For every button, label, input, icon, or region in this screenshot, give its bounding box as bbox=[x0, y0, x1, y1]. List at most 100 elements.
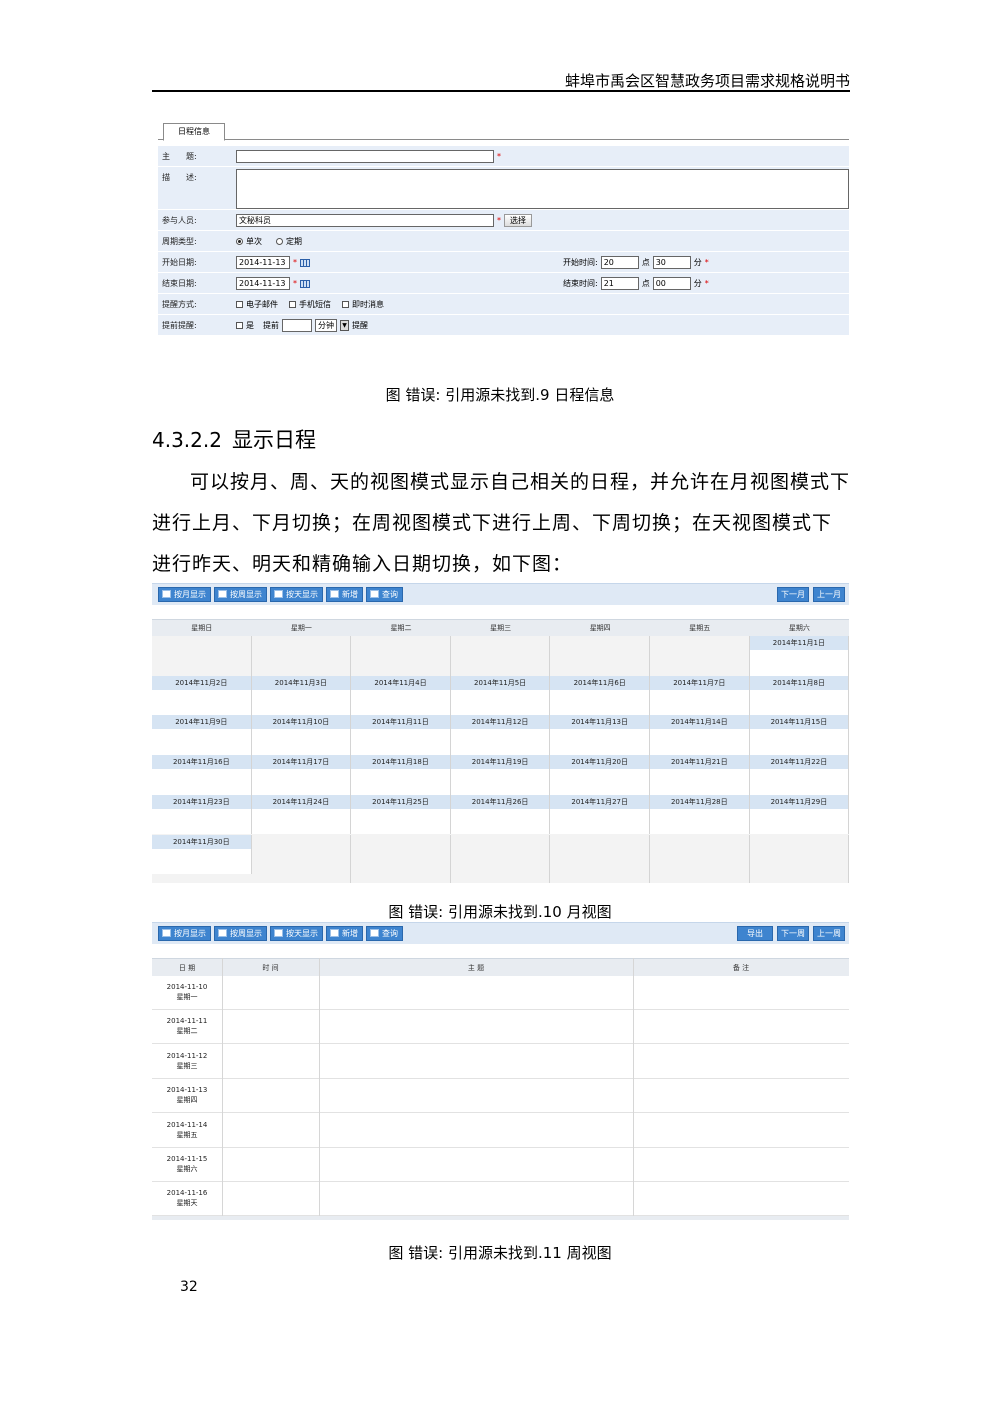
calendar-empty-cell bbox=[152, 636, 252, 676]
weekday-header-cell: 星期五 bbox=[689, 624, 711, 632]
calendar-day-cell[interactable]: 2014年11月29日 bbox=[749, 794, 850, 835]
remind-email-checkbox[interactable] bbox=[236, 301, 243, 308]
month-toolbar-button[interactable]: 按周显示 bbox=[214, 587, 267, 602]
remind-sms-checkbox[interactable] bbox=[289, 301, 296, 308]
start-minute-input[interactable]: 30 bbox=[652, 256, 691, 269]
advance-unit-select[interactable]: 分钟 bbox=[315, 319, 337, 332]
table-row[interactable]: 2014-11-15 星期六 bbox=[152, 1148, 849, 1182]
start-date-input[interactable]: 2014-11-13 bbox=[236, 256, 290, 269]
month-toolbar: 按月显示 按周显示 按天显示 新增 查询 上一月 下一月 bbox=[152, 583, 849, 605]
week-toolbar-button[interactable]: 查询 bbox=[366, 926, 403, 941]
calendar-date-label: 2014年11月18日 bbox=[351, 755, 450, 770]
calendar-day-body bbox=[450, 769, 550, 795]
week-toolbar-button[interactable]: 按周显示 bbox=[214, 926, 267, 941]
subject-label: 主 题: bbox=[162, 152, 197, 161]
week-column-header-cell: 备 注 bbox=[732, 964, 750, 972]
calendar-day-cell[interactable]: 2014年11月19日 bbox=[450, 755, 551, 795]
week-row-date: 2014-11-15 星期六 bbox=[152, 1154, 222, 1174]
calendar-day-cell[interactable]: 2014年11月8日 bbox=[749, 675, 850, 716]
week-nav-button[interactable]: 下一周 bbox=[777, 926, 809, 941]
calendar-day-cell[interactable]: 2014年11月11日 bbox=[351, 715, 451, 756]
calendar-day-cell[interactable]: 2014年11月20日 bbox=[550, 755, 650, 795]
cycle-fixed-radio[interactable] bbox=[276, 238, 283, 245]
description-textarea[interactable] bbox=[236, 168, 849, 209]
advance-minutes-input[interactable] bbox=[282, 319, 312, 332]
week-nav-button[interactable]: 上一周 bbox=[813, 926, 845, 941]
table-row[interactable]: 2014-11-11 星期二 bbox=[152, 1010, 849, 1045]
month-toolbar-button[interactable]: 查询 bbox=[366, 587, 403, 602]
calendar-icon bbox=[162, 929, 171, 937]
calendar-day-cell[interactable]: 2014年11月4日 bbox=[351, 675, 451, 716]
month-nav-button[interactable]: 上一月 bbox=[813, 587, 845, 602]
calendar-icon[interactable] bbox=[300, 279, 310, 288]
week-nav-label: 导出 bbox=[747, 929, 763, 938]
week-nav-button[interactable]: 导出 bbox=[737, 926, 773, 941]
week-toolbar-button[interactable]: 按月显示 bbox=[158, 926, 211, 941]
calendar-day-body bbox=[351, 769, 450, 795]
week-toolbar-button[interactable]: 按天显示 bbox=[270, 926, 323, 941]
weekday-header-cell: 星期六 bbox=[788, 624, 810, 632]
calendar-day-cell[interactable]: 2014年11月15日 bbox=[749, 715, 850, 756]
end-minute-input[interactable]: 00 bbox=[652, 277, 691, 290]
calendar-day-cell[interactable]: 2014年11月9日 bbox=[152, 715, 252, 756]
participants-label: 参与人员: bbox=[162, 216, 197, 225]
calendar-day-cell[interactable]: 2014年11月12日 bbox=[450, 715, 551, 756]
calendar-day-cell[interactable]: 2014年11月2日 bbox=[152, 675, 252, 716]
calendar-date-label: 2014年11月2日 bbox=[152, 675, 251, 690]
table-row[interactable]: 2014-11-14 星期五 bbox=[152, 1113, 849, 1148]
calendar-day-cell[interactable]: 2014年11月28日 bbox=[650, 794, 750, 835]
participants-input[interactable]: 文秘科员 bbox=[236, 214, 494, 227]
remind-im-label: 即时消息 bbox=[352, 300, 384, 309]
table-row[interactable]: 2014-11-13 星期四 bbox=[152, 1079, 849, 1114]
calendar-day-cell[interactable]: 2014年11月26日 bbox=[450, 794, 551, 835]
calendar-day-cell[interactable]: 2014年11月30日 bbox=[152, 834, 252, 875]
month-toolbar-button[interactable]: 按天显示 bbox=[270, 587, 323, 602]
remind-email-label: 电子邮件 bbox=[246, 300, 278, 309]
calendar-day-cell[interactable]: 2014年11月3日 bbox=[251, 675, 352, 716]
calendar-day-cell[interactable]: 2014年11月6日 bbox=[550, 675, 650, 716]
required-mark: * bbox=[704, 279, 709, 288]
calendar-date-label: 2014年11月29日 bbox=[749, 794, 849, 809]
subject-input[interactable] bbox=[236, 150, 494, 163]
advance-remind-checkbox[interactable] bbox=[236, 322, 243, 329]
calendar-date-label: 2014年11月20日 bbox=[550, 755, 649, 770]
advance-prefix-label: 提前 bbox=[263, 321, 279, 330]
month-toolbar-button[interactable]: 按月显示 bbox=[158, 587, 211, 602]
calendar-day-cell[interactable]: 2014年11月22日 bbox=[749, 755, 850, 795]
required-mark: * bbox=[293, 279, 297, 288]
end-date-input[interactable]: 2014-11-13 bbox=[236, 277, 290, 290]
week-toolbar-button[interactable]: 新增 bbox=[326, 926, 363, 941]
remind-im-checkbox[interactable] bbox=[342, 301, 349, 308]
calendar-day-cell[interactable]: 2014年11月25日 bbox=[351, 794, 451, 835]
calendar-day-cell[interactable]: 2014年11月7日 bbox=[650, 675, 750, 716]
calendar-day-cell[interactable]: 2014年11月27日 bbox=[550, 794, 650, 835]
table-row[interactable]: 2014-11-16 星期天 bbox=[152, 1182, 849, 1217]
calendar-day-cell[interactable]: 2014年11月21日 bbox=[650, 755, 750, 795]
end-hour-input[interactable]: 21 bbox=[600, 277, 639, 290]
section-heading: 4.3.2.2 显示日程 bbox=[152, 424, 316, 454]
tab-schedule-info[interactable]: 日程信息 bbox=[163, 123, 225, 141]
calendar-day-cell[interactable]: 2014年11月5日 bbox=[450, 675, 551, 716]
month-nav-button[interactable]: 下一月 bbox=[777, 587, 809, 602]
calendar-day-cell[interactable]: 2014年11月14日 bbox=[650, 715, 750, 756]
table-row[interactable]: 2014-11-12 星期三 bbox=[152, 1044, 849, 1079]
start-hour-input[interactable]: 20 bbox=[600, 256, 639, 269]
month-toolbar-button[interactable]: 新增 bbox=[326, 587, 363, 602]
cycle-once-radio[interactable] bbox=[236, 238, 243, 245]
calendar-day-cell[interactable]: 2014年11月23日 bbox=[152, 794, 252, 835]
week-column-header-cell: 时 间 bbox=[262, 964, 279, 972]
calendar-day-cell[interactable]: 2014年11月10日 bbox=[251, 715, 352, 756]
calendar-day-cell[interactable]: 2014年11月24日 bbox=[251, 794, 352, 835]
select-participants-button[interactable]: 选择 bbox=[504, 214, 532, 227]
table-row[interactable]: 2014-11-10 星期一 bbox=[152, 976, 849, 1010]
calendar-day-cell[interactable]: 2014年11月17日 bbox=[251, 755, 352, 795]
calendar-day-cell[interactable]: 2014年11月16日 bbox=[152, 755, 252, 795]
chevron-down-icon[interactable]: ▼ bbox=[340, 320, 349, 331]
calendar-icon[interactable] bbox=[300, 258, 310, 267]
calendar-day-cell[interactable]: 2014年11月13日 bbox=[550, 715, 650, 756]
calendar-day-body bbox=[152, 808, 251, 835]
calendar-day-body bbox=[152, 848, 251, 875]
calendar-icon bbox=[218, 590, 227, 598]
calendar-day-cell[interactable]: 2014年11月18日 bbox=[351, 755, 451, 795]
calendar-day-cell[interactable]: 2014年11月1日 bbox=[749, 636, 850, 676]
